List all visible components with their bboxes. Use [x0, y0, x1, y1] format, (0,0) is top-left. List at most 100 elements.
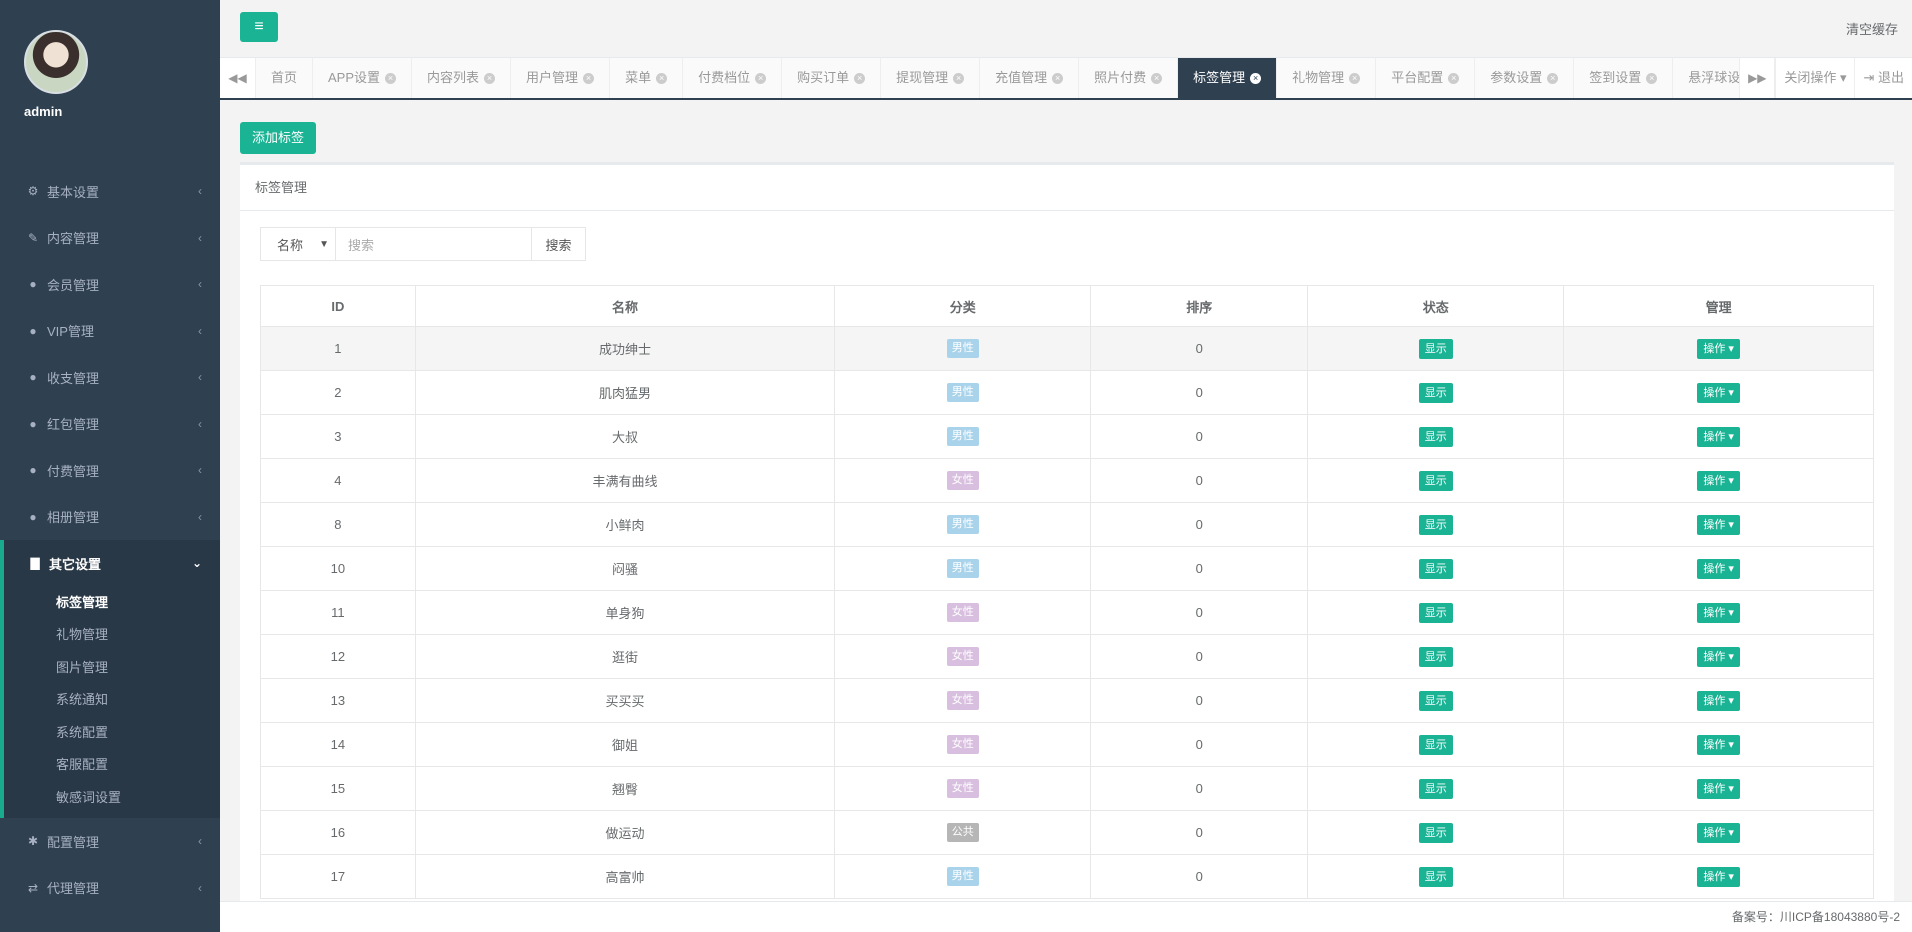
status-toggle-button[interactable]: 显示 [1418, 778, 1453, 799]
tab[interactable]: 首页 [256, 58, 314, 98]
tab-scroll-left-button[interactable]: ◀◀ [220, 58, 256, 98]
status-toggle-button[interactable]: 显示 [1418, 558, 1453, 579]
column-header: 管理 [1563, 285, 1874, 327]
tab[interactable]: APP设置 × [313, 58, 413, 98]
sidebar-item-bottom-0[interactable]: ✱ 配置管理 ‹ [0, 818, 220, 865]
search-input[interactable]: 搜索 [336, 227, 532, 261]
sidebar-subitem[interactable]: 敏感词设置 [4, 782, 220, 815]
status-toggle-button[interactable]: 显示 [1418, 602, 1453, 623]
status-toggle-button[interactable]: 显示 [1418, 470, 1453, 491]
operation-dropdown-button[interactable]: 操作 ▾ [1697, 778, 1740, 799]
menu-toggle-button[interactable]: ≡ [240, 12, 278, 42]
close-icon[interactable]: × [385, 72, 397, 84]
close-icon[interactable]: × [755, 72, 767, 84]
status-toggle-button[interactable]: 显示 [1418, 382, 1453, 403]
sidebar-item-2[interactable]: ● 会员管理 ‹ [0, 261, 220, 308]
cell-status: 显示 [1307, 722, 1565, 767]
sidebar-subitem[interactable]: 图片管理 [4, 652, 220, 685]
close-icon[interactable]: × [656, 72, 668, 84]
tab[interactable]: 用户管理 × [511, 58, 611, 98]
nav-icon: ● [29, 509, 37, 524]
tab-label: 悬浮球设置 [1688, 70, 1740, 85]
icp-record[interactable]: 备案号：川ICP备18043880号-2 [1732, 910, 1900, 924]
tab-label: 付费档位 [698, 70, 751, 85]
operation-dropdown-button[interactable]: 操作 ▾ [1697, 558, 1740, 579]
sidebar-item-bottom-1[interactable]: ⇄ 代理管理 ‹ [0, 865, 220, 912]
status-toggle-button[interactable]: 显示 [1418, 866, 1453, 887]
operation-dropdown-button[interactable]: 操作 ▾ [1697, 602, 1740, 623]
sidebar-item-1[interactable]: ✎ 内容管理 ‹ [0, 215, 220, 262]
logout-label: 退出 [1877, 70, 1904, 85]
tab[interactable]: 充值管理 × [980, 58, 1080, 98]
close-icon[interactable]: × [1052, 72, 1064, 84]
sidebar: admin ⚙ 基本设置 ‹ ✎ 内容管理 ‹ ● 会员管理 ‹ ● VIP管理 ‹ ● 收支管理 ‹ ● 红包… [0, 0, 220, 932]
username[interactable]: admin [24, 104, 62, 119]
cell-status: 显示 [1307, 326, 1565, 371]
close-icon[interactable]: × [484, 72, 496, 84]
close-icon[interactable]: × [1646, 72, 1658, 84]
status-toggle-button[interactable]: 显示 [1418, 338, 1453, 359]
operation-dropdown-button[interactable]: 操作 ▾ [1697, 822, 1740, 843]
tab[interactable]: 付费档位 × [683, 58, 783, 98]
tab-scroll-right-button[interactable]: ▶▶ [1739, 58, 1776, 98]
operation-dropdown-button[interactable]: 操作 ▾ [1697, 426, 1740, 447]
sidebar-item-4[interactable]: ● 收支管理 ‹ [0, 354, 220, 401]
close-icon[interactable]: × [1250, 72, 1262, 84]
status-toggle-button[interactable]: 显示 [1418, 646, 1453, 667]
sidebar-subitem[interactable]: 客服配置 [4, 749, 220, 782]
status-toggle-button[interactable]: 显示 [1418, 822, 1453, 843]
tab[interactable]: 参数设置 × [1475, 58, 1575, 98]
tab[interactable]: 照片付费 × [1079, 58, 1179, 98]
tab[interactable]: 签到设置 × [1574, 58, 1674, 98]
close-icon[interactable]: × [1349, 72, 1361, 84]
sidebar-subitem[interactable]: 标签管理 [4, 587, 220, 620]
nav-icon: ✱ [27, 834, 39, 849]
status-toggle-button[interactable]: 显示 [1418, 426, 1453, 447]
sidebar-subitem[interactable]: 系统通知 [4, 684, 220, 717]
close-icon[interactable]: × [583, 72, 595, 84]
operation-dropdown-button[interactable]: 操作 ▾ [1697, 866, 1740, 887]
status-toggle-button[interactable]: 显示 [1418, 514, 1453, 535]
clear-cache-link[interactable]: 清空缓存 [1846, 19, 1898, 38]
sidebar-subitem[interactable]: 系统配置 [4, 717, 220, 750]
close-icon[interactable]: × [1448, 72, 1460, 84]
logout-button[interactable]: ⇥ 退出 [1854, 58, 1912, 98]
operation-dropdown-button[interactable]: 操作 ▾ [1697, 646, 1740, 667]
tab[interactable]: 标签管理 × [1178, 58, 1278, 98]
close-icon[interactable]: × [1151, 72, 1163, 84]
status-toggle-button[interactable]: 显示 [1418, 734, 1453, 755]
sidebar-item-5[interactable]: ● 红包管理 ‹ [0, 401, 220, 448]
tab[interactable]: 内容列表 × [412, 58, 512, 98]
search-field-select[interactable]: 名称 ▼ [260, 227, 336, 261]
table-row: 4 丰满有曲线 女性 0 显示 操作 ▾ [260, 458, 1874, 503]
add-tag-button[interactable]: 添加标签 [240, 122, 317, 154]
status-toggle-button[interactable]: 显示 [1418, 690, 1453, 711]
operation-dropdown-button[interactable]: 操作 ▾ [1697, 514, 1740, 535]
close-icon[interactable]: × [1547, 72, 1559, 84]
sidebar-item-7[interactable]: ● 相册管理 ‹ [0, 494, 220, 541]
cell-category: 女性 [834, 458, 1092, 503]
tab[interactable]: 悬浮球设置× [1673, 58, 1739, 98]
operation-dropdown-button[interactable]: 操作 ▾ [1697, 338, 1740, 359]
sidebar-item-3[interactable]: ● VIP管理 ‹ [0, 308, 220, 355]
tab[interactable]: 菜单 × [610, 58, 684, 98]
cell-manage: 操作 ▾ [1563, 678, 1874, 723]
operation-dropdown-button[interactable]: 操作 ▾ [1697, 382, 1740, 403]
tab[interactable]: 平台配置 × [1376, 58, 1476, 98]
search-button[interactable]: 搜索 [532, 227, 586, 261]
sidebar-item-6[interactable]: ● 付费管理 ‹ [0, 447, 220, 494]
operation-dropdown-button[interactable]: 操作 ▾ [1697, 734, 1740, 755]
tab[interactable]: 提现管理 × [881, 58, 981, 98]
close-operations-label: 关闭操作 [1784, 70, 1837, 85]
operation-dropdown-button[interactable]: 操作 ▾ [1697, 470, 1740, 491]
close-operations-dropdown[interactable]: 关闭操作 ▾ [1775, 58, 1855, 98]
operation-dropdown-button[interactable]: 操作 ▾ [1697, 690, 1740, 711]
sidebar-item-0[interactable]: ⚙ 基本设置 ‹ [0, 168, 220, 215]
tab[interactable]: 购买订单 × [782, 58, 882, 98]
close-icon[interactable]: × [953, 72, 965, 84]
sidebar-item-other-settings[interactable]: ▇ 其它设置 ⌄ [4, 540, 220, 587]
close-icon[interactable]: × [854, 72, 866, 84]
sidebar-subitem[interactable]: 礼物管理 [4, 619, 220, 652]
tab[interactable]: 礼物管理 × [1277, 58, 1377, 98]
avatar[interactable] [24, 30, 88, 94]
